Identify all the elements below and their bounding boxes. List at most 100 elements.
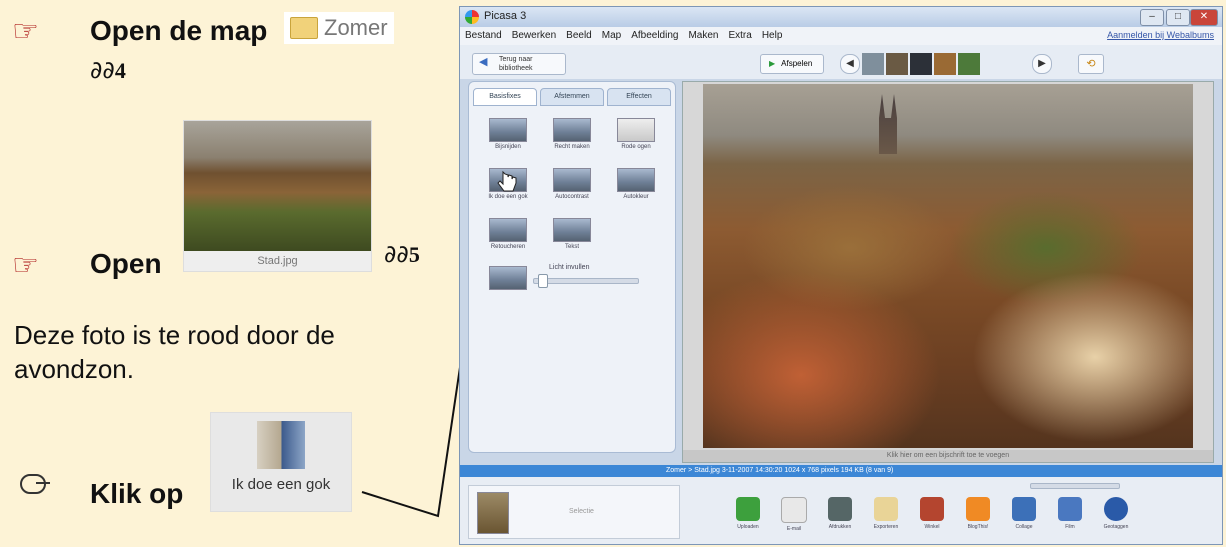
zoom-slider[interactable]	[1030, 483, 1120, 489]
button-label: Uploaden	[737, 524, 759, 530]
footsteps-icon: ∂∂4	[90, 56, 126, 84]
menu-beeld[interactable]: Beeld	[561, 27, 597, 41]
fix-label: Autocontrast	[555, 194, 589, 200]
movie-button[interactable]: Film	[1052, 497, 1088, 532]
film-thumb[interactable]	[910, 53, 932, 75]
close-button[interactable]: ✕	[1190, 9, 1218, 26]
export-button[interactable]: Exporteren	[868, 497, 904, 532]
minimize-button[interactable]: –	[1140, 9, 1164, 26]
button-label: Collage	[1015, 524, 1033, 530]
upload-button[interactable]: Uploaden	[730, 497, 766, 532]
filmstrip	[862, 53, 980, 75]
previous-photo-button[interactable]: ◀	[840, 54, 860, 74]
tray-thumbnail[interactable]	[477, 492, 509, 534]
fix-label: Autokleur	[623, 194, 649, 200]
next-photo-button[interactable]: ▶	[1032, 54, 1052, 74]
pointing-hand-icon-2: ☞	[12, 248, 39, 283]
fix-bijsnijden[interactable]: Bijsnijden	[483, 118, 533, 162]
gok-label: Ik doe een gok	[231, 476, 331, 493]
fix-recht-maken[interactable]: Recht maken	[547, 118, 597, 162]
menu-bestand[interactable]: Bestand	[460, 27, 507, 41]
fix-label: Retoucheren	[490, 244, 526, 250]
stad-thumbnail: Stad.jpg	[183, 120, 372, 272]
shop-button[interactable]: Winkel	[914, 497, 950, 532]
picasa-window: Picasa 3 – □ ✕ Bestand Bewerken Beeld Map Af…	[459, 6, 1223, 545]
autocolor-icon	[617, 168, 655, 192]
tray-label: Selectie	[569, 508, 594, 515]
window-title: Picasa 3	[484, 10, 527, 22]
button-label: Afdrukken	[828, 524, 852, 530]
tab-effecten[interactable]: Effecten	[607, 88, 671, 106]
fix-rode-ogen[interactable]: Rode ogen	[611, 118, 661, 162]
autocontrast-icon	[553, 168, 591, 192]
signin-link[interactable]: Aanmelden bij Webalbums	[1107, 30, 1214, 40]
folder-icon	[290, 17, 318, 39]
back-button-label: Terug naar bibliotheek	[499, 56, 533, 72]
photo-tray: Selectie	[468, 485, 680, 539]
button-label: Geotaggen	[1103, 524, 1129, 530]
email-button[interactable]: E-mail	[776, 497, 812, 532]
edit-panel: Basisfixes Afstemmen Effecten Bijsnijden…	[468, 81, 676, 453]
fill-light-thumb	[483, 266, 533, 310]
button-label: Winkel	[924, 524, 940, 530]
pointing-hand-icon: ☞	[12, 14, 39, 49]
menu-map[interactable]: Map	[597, 27, 626, 41]
thumbnail-caption: Stad.jpg	[257, 255, 298, 267]
back-arrow-icon: ◀	[479, 56, 488, 68]
fix-autokleur[interactable]: Autokleur	[611, 168, 661, 212]
fix-retoucheren[interactable]: Retoucheren	[483, 218, 533, 262]
globe-icon	[1104, 497, 1128, 521]
picasa-logo-icon	[465, 10, 479, 24]
instructions-panel: ☞ Open de map Zomer ∂∂4 Stad.jpg ☞ Open …	[0, 0, 452, 547]
menu-maken[interactable]: Maken	[683, 27, 723, 41]
menu-bar: Bestand Bewerken Beeld Map Afbeelding Maken Ex…	[460, 27, 1222, 45]
back-to-library-button[interactable]: ◀ Terug naar bibliotheek	[472, 53, 566, 75]
status-bar: Zomer > Stad.jpg 3-11-2007 14:30:20 1024…	[460, 465, 1222, 477]
fix-label: Tekst	[564, 244, 579, 250]
maximize-button[interactable]: □	[1166, 9, 1190, 26]
title-bar: Picasa 3 – □ ✕	[460, 7, 1222, 27]
upload-icon	[736, 497, 760, 521]
hand-cursor-icon	[497, 170, 517, 192]
blogger-icon	[966, 497, 990, 521]
ik-doe-een-gok-button-reference: Ik doe een gok	[210, 412, 352, 512]
menu-afbeelding[interactable]: Afbeelding	[626, 27, 683, 41]
play-button[interactable]: ▶ Afspelen	[760, 54, 824, 74]
folder-reference: Zomer	[284, 12, 394, 44]
menu-extra[interactable]: Extra	[723, 27, 756, 41]
gok-icon	[257, 421, 305, 469]
bottom-panel: Selectie Uploaden E-mail Afdrukken Expor…	[460, 477, 1222, 544]
fix-autocontrast[interactable]: Autocontrast	[547, 168, 597, 212]
folder-name: Zomer	[324, 15, 388, 40]
caption-field[interactable]: Klik hier om een bijschrift toe te voege…	[683, 450, 1213, 462]
blogthis-button[interactable]: BlogThis!	[960, 497, 996, 532]
tab-basisfixes[interactable]: Basisfixes	[473, 88, 537, 106]
rotate-button[interactable]: ⟲	[1078, 54, 1104, 74]
step3-label: Klik op	[90, 478, 184, 509]
red-eye-icon	[617, 118, 655, 142]
print-icon	[828, 497, 852, 521]
film-thumb[interactable]	[886, 53, 908, 75]
note-text: Deze foto is te rood door de avondzon.	[14, 320, 335, 384]
fix-tekst[interactable]: Tekst	[547, 218, 597, 262]
film-thumb[interactable]	[958, 53, 980, 75]
church-tower	[879, 94, 897, 154]
tab-afstemmen[interactable]: Afstemmen	[540, 88, 604, 106]
slider-knob[interactable]	[538, 274, 548, 288]
menu-bewerken[interactable]: Bewerken	[507, 27, 561, 41]
film-thumb[interactable]	[862, 53, 884, 75]
play-icon: ▶	[769, 59, 776, 68]
step2-feet-number: 5	[408, 242, 420, 267]
footsteps-icon-2: ∂∂5	[384, 240, 420, 268]
fill-light-slider[interactable]	[533, 274, 639, 288]
film-thumb[interactable]	[934, 53, 956, 75]
step1-feet-number: 4	[114, 58, 126, 83]
geotag-button[interactable]: Geotaggen	[1098, 497, 1134, 532]
text-icon	[553, 218, 591, 242]
retouch-icon	[489, 218, 527, 242]
print-button[interactable]: Afdrukken	[822, 497, 858, 532]
step1-label: Open de map	[90, 15, 268, 46]
collage-button[interactable]: Collage	[1006, 497, 1042, 532]
email-icon	[781, 497, 807, 523]
menu-help[interactable]: Help	[757, 27, 788, 41]
